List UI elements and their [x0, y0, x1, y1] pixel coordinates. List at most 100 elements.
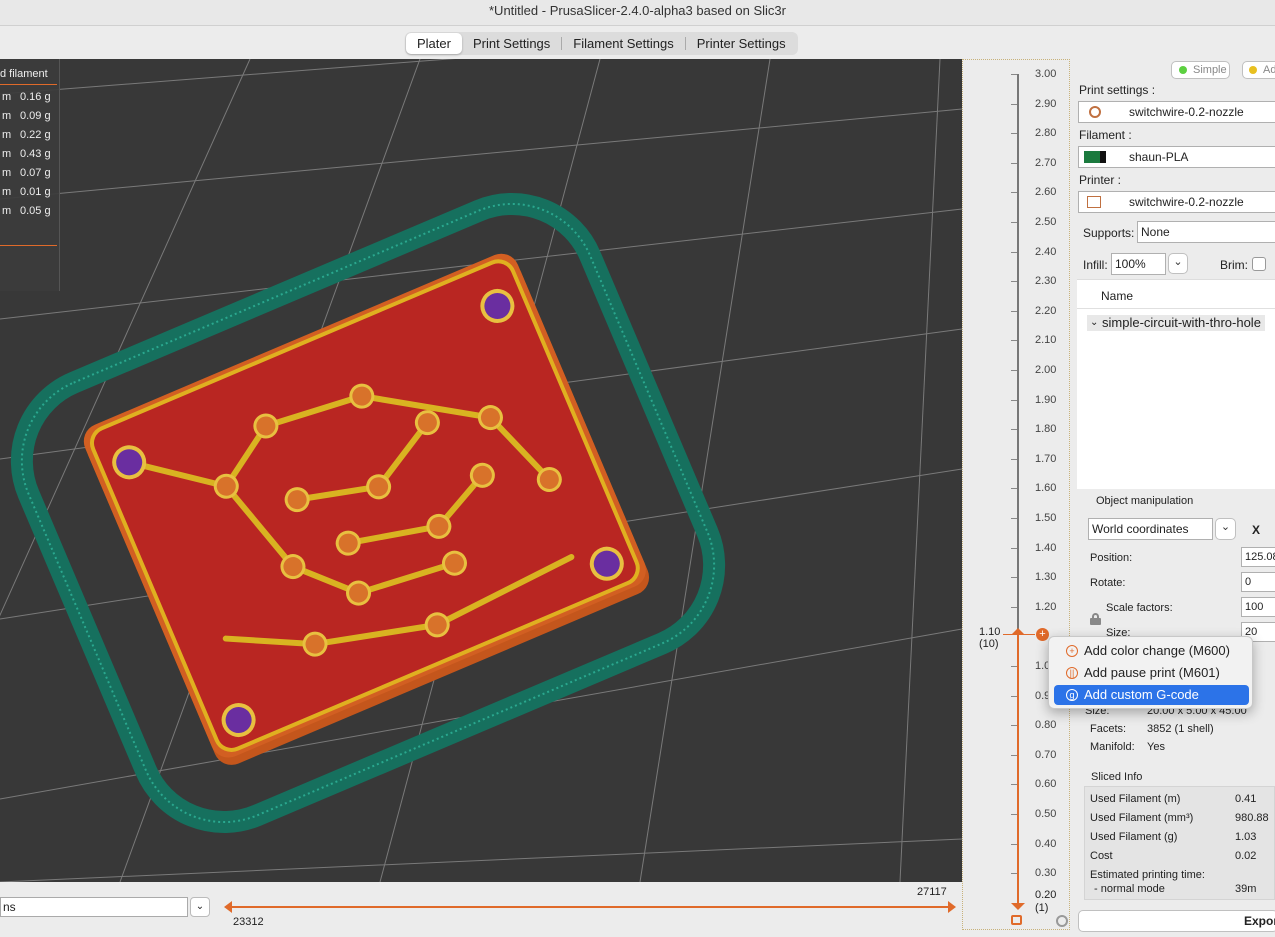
slider-tick — [1011, 310, 1017, 312]
slider-tick-label: 0.30 — [1035, 867, 1057, 880]
print-settings-combo[interactable]: switchwire-0.2-nozzle — [1078, 101, 1275, 123]
hslider-right-value: 27117 — [917, 886, 947, 898]
lock-icon[interactable] — [1011, 915, 1022, 925]
chevron-down-icon[interactable]: ⌄ — [190, 897, 210, 917]
slider-tick-label: 0.60 — [1035, 778, 1057, 791]
slider-tick-label: 2.80 — [1035, 127, 1057, 140]
legend-row: m 0.05 g — [2, 205, 51, 217]
add-custom-gcode-item[interactable]: g Add custom G-code — [1054, 685, 1249, 705]
printer-combo[interactable]: switchwire-0.2-nozzle — [1078, 191, 1275, 213]
rotate-label: Rotate: — [1090, 577, 1126, 589]
scale-x-input[interactable]: 100 — [1241, 597, 1275, 617]
add-pause-print-item[interactable]: || Add pause print (M601) — [1054, 663, 1249, 683]
slider-tick — [1011, 162, 1017, 164]
mode-advanced-button[interactable]: Ad — [1242, 61, 1275, 79]
slider-tick-label: 1.40 — [1035, 541, 1057, 554]
slider-tick-label: 1.60 — [1035, 482, 1057, 495]
slider-tick — [1011, 133, 1017, 135]
hslider-left-value: 23312 — [233, 916, 264, 928]
layer-context-menu: + Add color change (M600) || Add pause p… — [1048, 636, 1253, 709]
horizontal-slider[interactable] — [228, 906, 953, 908]
facets-value: 3852 (1 shell) — [1147, 723, 1214, 735]
tab-bar: Plater Print Settings Filament Settings … — [0, 26, 1275, 59]
slider-tick — [1011, 103, 1017, 105]
slider-tick — [1011, 695, 1017, 697]
legend-row: m 0.09 g — [2, 110, 51, 122]
slider-tick-label: 1.70 — [1035, 452, 1057, 465]
slider-tick — [1011, 784, 1017, 786]
window-title: *Untitled - PrusaSlicer-2.4.0-alpha3 bas… — [489, 3, 786, 18]
legend-divider — [0, 84, 57, 85]
used-filament-g-label: Used Filament (g) — [1090, 831, 1178, 843]
current-layer: (10) — [979, 638, 999, 650]
slider-tick — [1011, 577, 1017, 579]
tab-filament-settings[interactable]: Filament Settings — [562, 33, 684, 54]
slider-tick-label: 2.40 — [1035, 245, 1057, 258]
slider-tick-label: 0.50 — [1035, 808, 1057, 820]
slider-tick — [1011, 547, 1017, 549]
add-color-change-item[interactable]: + Add color change (M600) — [1054, 641, 1249, 661]
lower-thumb[interactable] — [1011, 903, 1025, 910]
object-list[interactable]: Name ⌄ simple-circuit-with-thro-hole — [1077, 279, 1275, 489]
slider-track-active — [1017, 634, 1019, 906]
tab-plater[interactable]: Plater — [406, 33, 462, 54]
rotate-x-input[interactable]: 0 — [1241, 572, 1275, 592]
used-filament-g-value: 1.03 — [1235, 831, 1257, 843]
printer-icon — [1087, 196, 1101, 208]
view-type-select[interactable]: ns — [0, 897, 188, 917]
cog-icon[interactable] — [1056, 915, 1068, 927]
cost-label: Cost — [1090, 850, 1113, 862]
pause-icon: || — [1066, 667, 1078, 679]
infill-label: Infill: — [1083, 258, 1108, 272]
slider-tick — [1011, 222, 1017, 223]
coordinates-select[interactable]: World coordinates — [1088, 518, 1213, 540]
mode-simple-button[interactable]: Simple — [1171, 61, 1230, 79]
cog-icon — [1089, 106, 1101, 118]
3d-preview-canvas[interactable] — [0, 59, 962, 882]
add-color-change-icon[interactable]: + — [1036, 628, 1049, 641]
slider-tick-label: 2.30 — [1035, 275, 1057, 288]
slider-tick-label: 0.80 — [1035, 719, 1057, 732]
export-gcode-button[interactable]: Expor — [1078, 910, 1275, 932]
slider-tick-label: 2.20 — [1035, 304, 1057, 317]
object-list-item[interactable]: ⌄ simple-circuit-with-thro-hole — [1087, 315, 1265, 331]
gcode-icon: g — [1066, 689, 1078, 701]
slider-tick — [1011, 281, 1017, 283]
slider-tick-label: 3.00 — [1035, 68, 1057, 80]
normal-mode-value: 39m — [1235, 883, 1257, 895]
bottom-toolbar: ns ⌄ 27117 23312 — [0, 882, 962, 932]
filament-combo[interactable]: shaun-PLA — [1078, 146, 1275, 168]
slider-tick — [1011, 74, 1017, 75]
supports-select[interactable]: None — [1137, 221, 1275, 243]
printer-label: Printer : — [1079, 173, 1122, 187]
normal-mode-label: - normal mode — [1094, 883, 1165, 895]
slider-track — [1017, 74, 1019, 634]
brim-checkbox[interactable] — [1252, 257, 1266, 271]
yellow-dot-icon — [1249, 66, 1257, 74]
slider-tick — [1011, 873, 1017, 875]
slider-tick-label: 1.80 — [1035, 423, 1057, 436]
infill-select[interactable]: 100% — [1111, 253, 1166, 275]
tab-print-settings[interactable]: Print Settings — [462, 33, 561, 54]
slider-tick — [1011, 843, 1017, 845]
position-x-input[interactable]: 125.08 — [1241, 547, 1275, 567]
slider-tick-label: 1.30 — [1035, 571, 1057, 584]
slider-tick — [1011, 458, 1017, 460]
slider-tick — [1011, 606, 1017, 608]
tab-printer-settings[interactable]: Printer Settings — [686, 33, 797, 54]
current-height: 1.10 — [979, 626, 1001, 638]
vertical-layer-slider[interactable]: 3.00 2.90 2.80 2.70 2.60 2.50 2.40 2.30 2.20 2.10… — [962, 59, 1070, 930]
slider-tick-label: 1.20 — [1035, 600, 1057, 613]
slider-tick-label: 0.40 — [1035, 837, 1057, 850]
hslider-right-thumb[interactable] — [948, 901, 956, 913]
cost-value: 0.02 — [1235, 850, 1257, 862]
slider-tick — [1011, 666, 1017, 667]
manifold-value: Yes — [1147, 741, 1165, 753]
chevron-down-icon[interactable]: ⌄ — [1168, 253, 1188, 274]
slider-tick-label: 2.90 — [1035, 97, 1057, 110]
chevron-down-icon[interactable]: ⌄ — [1215, 518, 1236, 540]
legend-row: m 0.01 g — [2, 186, 51, 198]
lock-icon[interactable] — [1090, 613, 1101, 625]
slider-tick — [1011, 754, 1017, 756]
slider-tick — [1011, 370, 1017, 371]
